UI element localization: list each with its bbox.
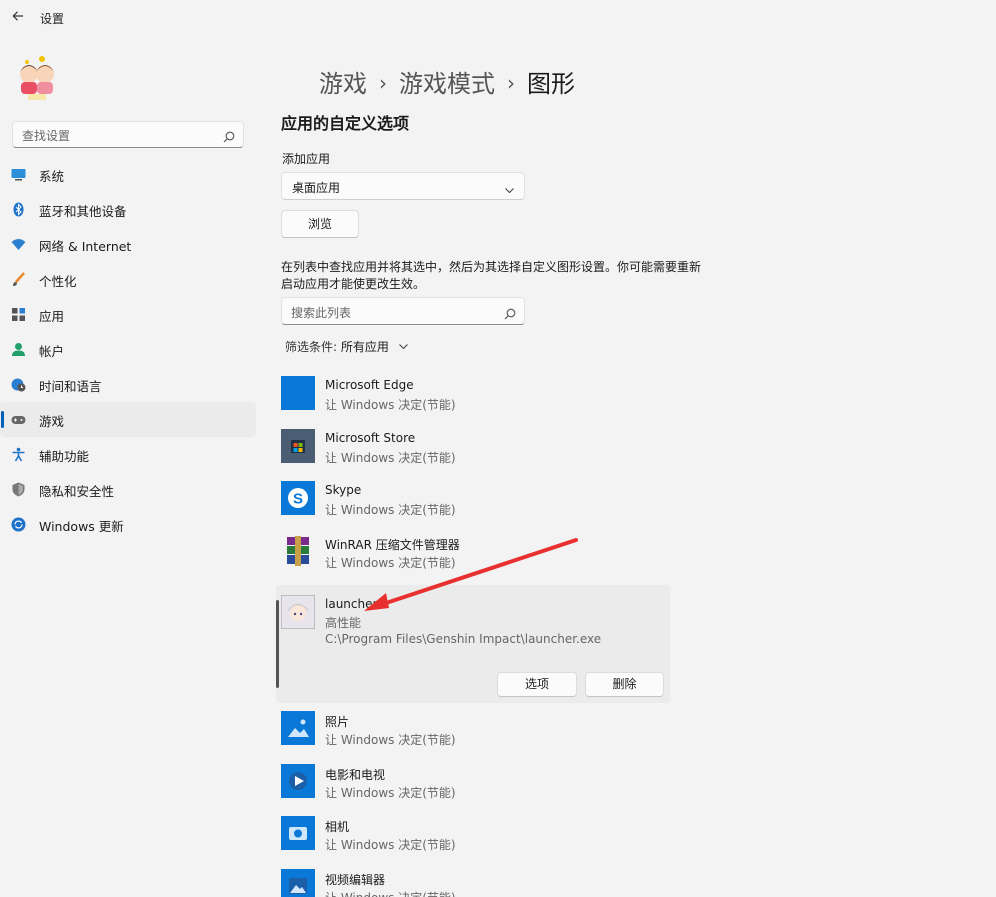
breadcrumb-gaming[interactable]: 游戏 — [319, 70, 367, 98]
sidebar-item-network[interactable]: 网络 & Internet — [0, 227, 256, 262]
list-item[interactable]: 视频编辑器 让 Windows 决定(节能) — [276, 867, 670, 897]
search-icon[interactable] — [504, 305, 516, 320]
gamepad-icon — [11, 412, 26, 427]
add-app-label: 添加应用 — [282, 152, 331, 166]
edge-icon — [281, 376, 315, 410]
sidebar-item-label: 个性化 — [39, 274, 77, 289]
sidebar-item-label: 系统 — [39, 169, 65, 184]
list-item[interactable]: Microsoft Edge 让 Windows 决定(节能) — [276, 374, 670, 427]
update-icon — [11, 517, 26, 532]
list-item[interactable]: 相机 让 Windows 决定(节能) — [276, 814, 670, 867]
app-path: C:\Program Files\Genshin Impact\launcher… — [325, 632, 602, 646]
accessibility-icon — [11, 447, 26, 462]
sidebar-item-accounts[interactable]: 帐户 — [0, 332, 256, 367]
sidebar-item-apps[interactable]: 应用 — [0, 297, 256, 332]
sidebar-item-time-language[interactable]: 时间和语言 — [0, 367, 256, 402]
launcher-icon — [280, 594, 316, 630]
globe-clock-icon — [11, 377, 26, 392]
bluetooth-icon — [11, 202, 26, 217]
app-list-search-placeholder: 搜索此列表 — [291, 306, 352, 320]
photos-icon — [281, 711, 315, 745]
sidebar-item-label: 蓝牙和其他设备 — [39, 204, 127, 219]
breadcrumb-separator: › — [507, 71, 515, 95]
app-name: Microsoft Edge — [325, 378, 414, 392]
sidebar-item-label: Windows 更新 — [39, 519, 124, 534]
app-name: 视频编辑器 — [325, 872, 386, 887]
app-name: Microsoft Store — [325, 430, 416, 445]
brush-icon — [11, 272, 26, 287]
options-button[interactable]: 选项 — [497, 672, 577, 697]
video-editor-icon — [281, 868, 315, 897]
sidebar-item-system[interactable]: 系统 — [0, 157, 256, 192]
sidebar-item-label: 帐户 — [39, 344, 65, 359]
avatar[interactable] — [14, 52, 60, 102]
browse-button[interactable]: 浏览 — [281, 210, 359, 238]
sidebar-item-label: 隐私和安全性 — [39, 484, 115, 499]
section-title: 应用的自定义选项 — [281, 114, 410, 133]
settings-search-input[interactable]: 查找设置 — [12, 121, 244, 148]
app-name: 相机 — [325, 820, 350, 834]
back-arrow-icon[interactable] — [8, 8, 28, 28]
app-gpu-setting: 让 Windows 决定(节能) — [325, 398, 456, 412]
shield-icon — [11, 482, 26, 497]
sidebar-item-label: 时间和语言 — [39, 379, 102, 394]
app-type-dropdown[interactable]: 桌面应用 — [281, 172, 525, 200]
breadcrumb-game-mode[interactable]: 游戏模式 — [399, 70, 495, 98]
breadcrumb: 游戏 › 游戏模式 › 图形 — [319, 64, 575, 99]
store-icon — [281, 428, 315, 463]
annotation-arrow — [364, 538, 578, 611]
list-item[interactable]: 电影和电视 让 Windows 决定(节能) — [276, 762, 670, 815]
app-gpu-setting: 高性能 — [325, 616, 362, 630]
search-icon[interactable] — [223, 128, 235, 143]
wifi-icon — [11, 237, 26, 252]
apps-icon — [11, 307, 26, 322]
app-gpu-setting: 让 Windows 决定(节能) — [325, 838, 456, 852]
filter-dropdown[interactable]: 筛选条件: 所有应用 — [285, 338, 409, 355]
chevron-down-icon — [504, 181, 515, 194]
person-icon — [11, 342, 26, 357]
breadcrumb-separator: › — [379, 71, 387, 95]
sidebar-item-bluetooth[interactable]: 蓝牙和其他设备 — [0, 192, 256, 227]
movies-icon — [281, 763, 315, 798]
sidebar-item-label: 网络 & Internet — [39, 239, 132, 254]
winrar-icon — [281, 534, 315, 568]
filter-value: 所有应用 — [340, 340, 389, 354]
page-title: 图形 — [527, 70, 575, 98]
filter-label: 筛选条件: — [285, 340, 338, 354]
app-gpu-setting: 让 Windows 决定(节能) — [325, 889, 456, 897]
list-item[interactable]: 照片 让 Windows 决定(节能) — [276, 709, 670, 762]
delete-button[interactable]: 删除 — [585, 672, 664, 697]
dropdown-value: 桌面应用 — [292, 181, 341, 195]
app-name: 电影和电视 — [325, 767, 386, 782]
settings-search-placeholder: 查找设置 — [22, 129, 71, 143]
svg-text:S: S — [293, 491, 303, 508]
list-item[interactable]: Microsoft Store 让 Windows 决定(节能) — [276, 427, 670, 480]
app-gpu-setting: 让 Windows 决定(节能) — [325, 785, 456, 800]
description-text: 在列表中查找应用并将其选中，然后为其选择自定义图形设置。你可能需要重新启动应用才… — [281, 260, 702, 291]
sidebar-item-accessibility[interactable]: 辅助功能 — [0, 437, 256, 472]
sidebar-item-label: 应用 — [39, 309, 65, 324]
sidebar-item-personalization[interactable]: 个性化 — [0, 262, 256, 297]
app-list: Microsoft Edge 让 Windows 决定(节能) Microsof… — [276, 374, 670, 897]
camera-icon — [281, 816, 315, 850]
sidebar-item-gaming[interactable]: 游戏 — [0, 402, 256, 437]
sidebar-nav: 系统 蓝牙和其他设备 网络 & Internet 个性化 应用 帐户 时间和语言… — [0, 157, 258, 542]
app-name: Skype — [325, 483, 362, 497]
sidebar-item-windows-update[interactable]: Windows 更新 — [0, 507, 256, 542]
app-gpu-setting: 让 Windows 决定(节能) — [325, 733, 456, 747]
app-gpu-setting: 让 Windows 决定(节能) — [325, 450, 456, 465]
chevron-down-icon — [398, 341, 409, 352]
sidebar-item-label: 辅助功能 — [39, 449, 90, 464]
monitor-icon — [11, 167, 26, 182]
sidebar-item-privacy[interactable]: 隐私和安全性 — [0, 472, 256, 507]
app-list-search-input[interactable]: 搜索此列表 — [281, 297, 525, 325]
app-title: 设置 — [40, 12, 65, 26]
title-bar: 设置 — [0, 0, 996, 36]
list-item[interactable]: S Skype 让 Windows 决定(节能) — [276, 479, 670, 532]
app-name: 照片 — [325, 715, 350, 729]
skype-icon: S — [281, 481, 315, 515]
sidebar-item-label: 游戏 — [39, 414, 65, 429]
app-gpu-setting: 让 Windows 决定(节能) — [325, 503, 456, 517]
